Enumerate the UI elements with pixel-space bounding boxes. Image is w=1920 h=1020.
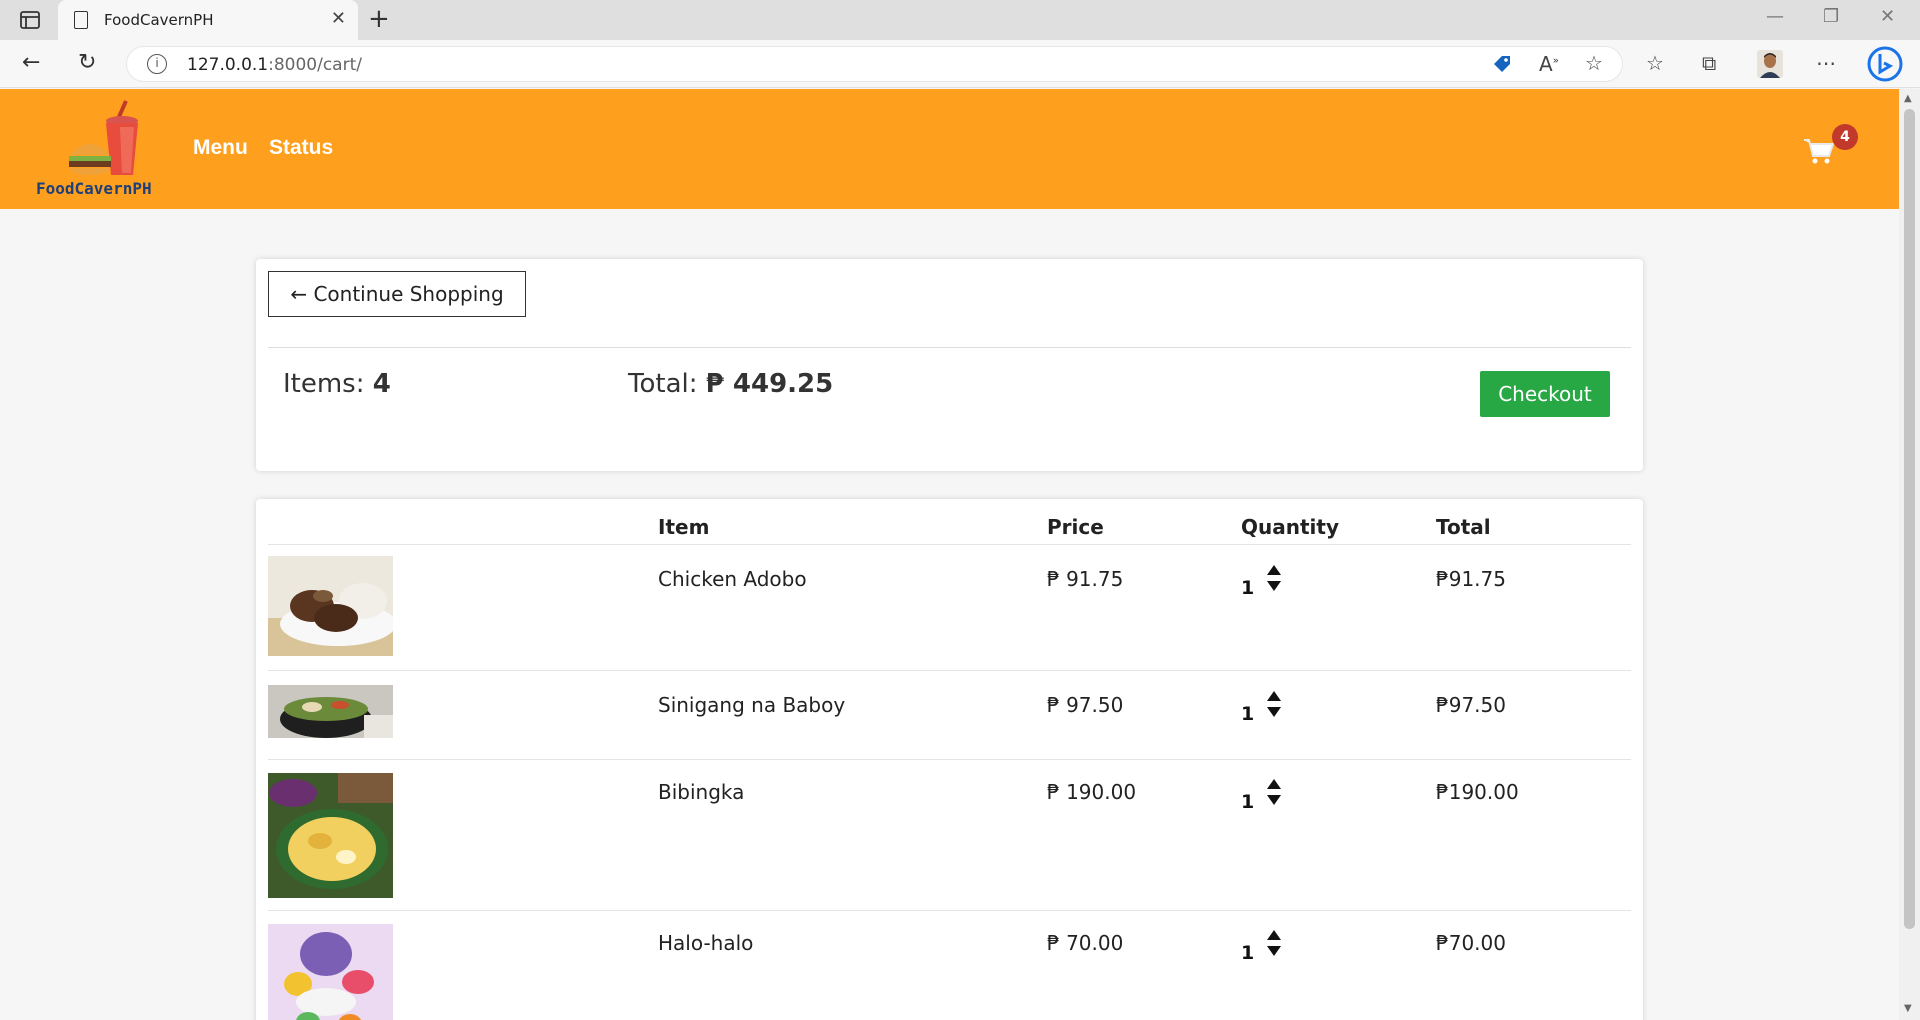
item-price: ₱ 190.00 bbox=[1047, 780, 1137, 804]
back-icon[interactable]: ← bbox=[22, 50, 40, 75]
more-options-icon[interactable]: ⋯ bbox=[1816, 51, 1836, 75]
minimize-icon[interactable]: — bbox=[1766, 6, 1784, 27]
nav-status-link[interactable]: Status bbox=[269, 136, 333, 160]
logo-text: FoodCavernPH bbox=[36, 179, 152, 198]
tab-title: FoodCavernPH bbox=[104, 11, 214, 29]
quantity-stepper[interactable] bbox=[1265, 562, 1283, 594]
profile-avatar[interactable] bbox=[1757, 50, 1783, 78]
quantity-stepper[interactable] bbox=[1265, 776, 1283, 808]
quantity-value: 1 bbox=[1241, 942, 1255, 964]
item-total: ₱97.50 bbox=[1436, 693, 1506, 717]
item-price: ₱ 91.75 bbox=[1047, 567, 1124, 591]
quantity-stepper[interactable] bbox=[1265, 688, 1283, 720]
row-divider bbox=[268, 670, 1631, 671]
close-tab-icon[interactable]: ✕ bbox=[331, 8, 346, 29]
item-total: ₱91.75 bbox=[1436, 567, 1506, 591]
browser-tab[interactable]: FoodCavernPH ✕ bbox=[58, 0, 358, 40]
quantity-stepper[interactable] bbox=[1265, 927, 1283, 959]
divider bbox=[268, 347, 1631, 348]
scrollbar-thumb[interactable] bbox=[1904, 109, 1915, 929]
add-favorite-icon[interactable]: ☆ bbox=[1585, 51, 1603, 75]
page-scrollbar[interactable]: ▲ ▼ bbox=[1899, 89, 1920, 1020]
column-header-quantity: Quantity bbox=[1241, 515, 1339, 539]
new-tab-icon[interactable]: + bbox=[368, 4, 390, 34]
sinigang-photo bbox=[268, 685, 393, 738]
row-divider bbox=[268, 910, 1631, 911]
restore-icon[interactable]: ❐ bbox=[1823, 6, 1839, 27]
url-field[interactable]: i 127.0.0.1:8000/cart/ A» ☆ bbox=[126, 46, 1623, 82]
cart-count-badge: 4 bbox=[1832, 124, 1858, 150]
checkout-button[interactable]: Checkout bbox=[1480, 371, 1610, 417]
item-name: Halo-halo bbox=[658, 931, 754, 955]
cart-items-table: Item Price Quantity Total Chicken Adobo … bbox=[256, 499, 1643, 1020]
burger-drink-logo-icon bbox=[69, 100, 138, 175]
cart-summary-card: ← Continue Shopping Items: 4 Total: ₱ 44… bbox=[256, 259, 1643, 471]
halo-halo-photo bbox=[268, 924, 393, 1020]
header-divider bbox=[268, 544, 1631, 545]
cart-total: Total: ₱ 449.25 bbox=[628, 369, 834, 399]
browser-tab-bar: FoodCavernPH ✕ + — ❐ ✕ bbox=[0, 0, 1920, 40]
scroll-down-icon[interactable]: ▼ bbox=[1904, 1003, 1912, 1014]
quantity-value: 1 bbox=[1241, 791, 1255, 813]
item-name: Sinigang na Baboy bbox=[658, 693, 846, 717]
items-count: Items: 4 bbox=[283, 369, 391, 399]
bibingka-photo bbox=[268, 773, 393, 898]
column-header-price: Price bbox=[1047, 515, 1104, 539]
row-divider bbox=[268, 759, 1631, 760]
continue-shopping-button[interactable]: ← Continue Shopping bbox=[268, 271, 526, 317]
item-total: ₱70.00 bbox=[1436, 931, 1506, 955]
item-price: ₱ 70.00 bbox=[1047, 931, 1124, 955]
favorites-icon[interactable]: ☆ bbox=[1646, 51, 1664, 75]
page-viewport: FoodCavernPH Menu Status 4 ← Continue Sh… bbox=[0, 89, 1899, 1020]
quantity-value: 1 bbox=[1241, 703, 1255, 725]
site-logo[interactable]: FoodCavernPH bbox=[34, 99, 168, 199]
tab-actions-icon[interactable] bbox=[18, 8, 42, 32]
price-tag-icon[interactable] bbox=[1492, 55, 1512, 75]
page-icon bbox=[74, 11, 88, 29]
url-text: 127.0.0.1:8000/cart/ bbox=[187, 55, 362, 75]
nav-menu-link[interactable]: Menu bbox=[193, 136, 248, 160]
quantity-value: 1 bbox=[1241, 577, 1255, 599]
item-price: ₱ 97.50 bbox=[1047, 693, 1124, 717]
cart-icon[interactable] bbox=[1803, 136, 1835, 166]
address-bar-row: ← ↻ i 127.0.0.1:8000/cart/ A» ☆ ☆ ⧉ ⋯ bbox=[0, 40, 1920, 88]
item-total: ₱190.00 bbox=[1436, 780, 1519, 804]
column-header-item: Item bbox=[658, 515, 710, 539]
chicken-adobo-photo bbox=[268, 556, 393, 656]
collections-icon[interactable]: ⧉ bbox=[1702, 51, 1716, 75]
refresh-icon[interactable]: ↻ bbox=[78, 50, 96, 75]
column-header-total: Total bbox=[1436, 515, 1491, 539]
item-name: Chicken Adobo bbox=[658, 567, 807, 591]
scroll-up-icon[interactable]: ▲ bbox=[1904, 93, 1912, 104]
site-header: FoodCavernPH Menu Status 4 bbox=[0, 89, 1899, 209]
close-window-icon[interactable]: ✕ bbox=[1880, 6, 1895, 27]
item-name: Bibingka bbox=[658, 780, 745, 804]
bing-chat-icon[interactable] bbox=[1866, 44, 1904, 84]
read-aloud-icon[interactable]: A» bbox=[1539, 52, 1559, 76]
site-info-icon[interactable]: i bbox=[147, 54, 167, 74]
